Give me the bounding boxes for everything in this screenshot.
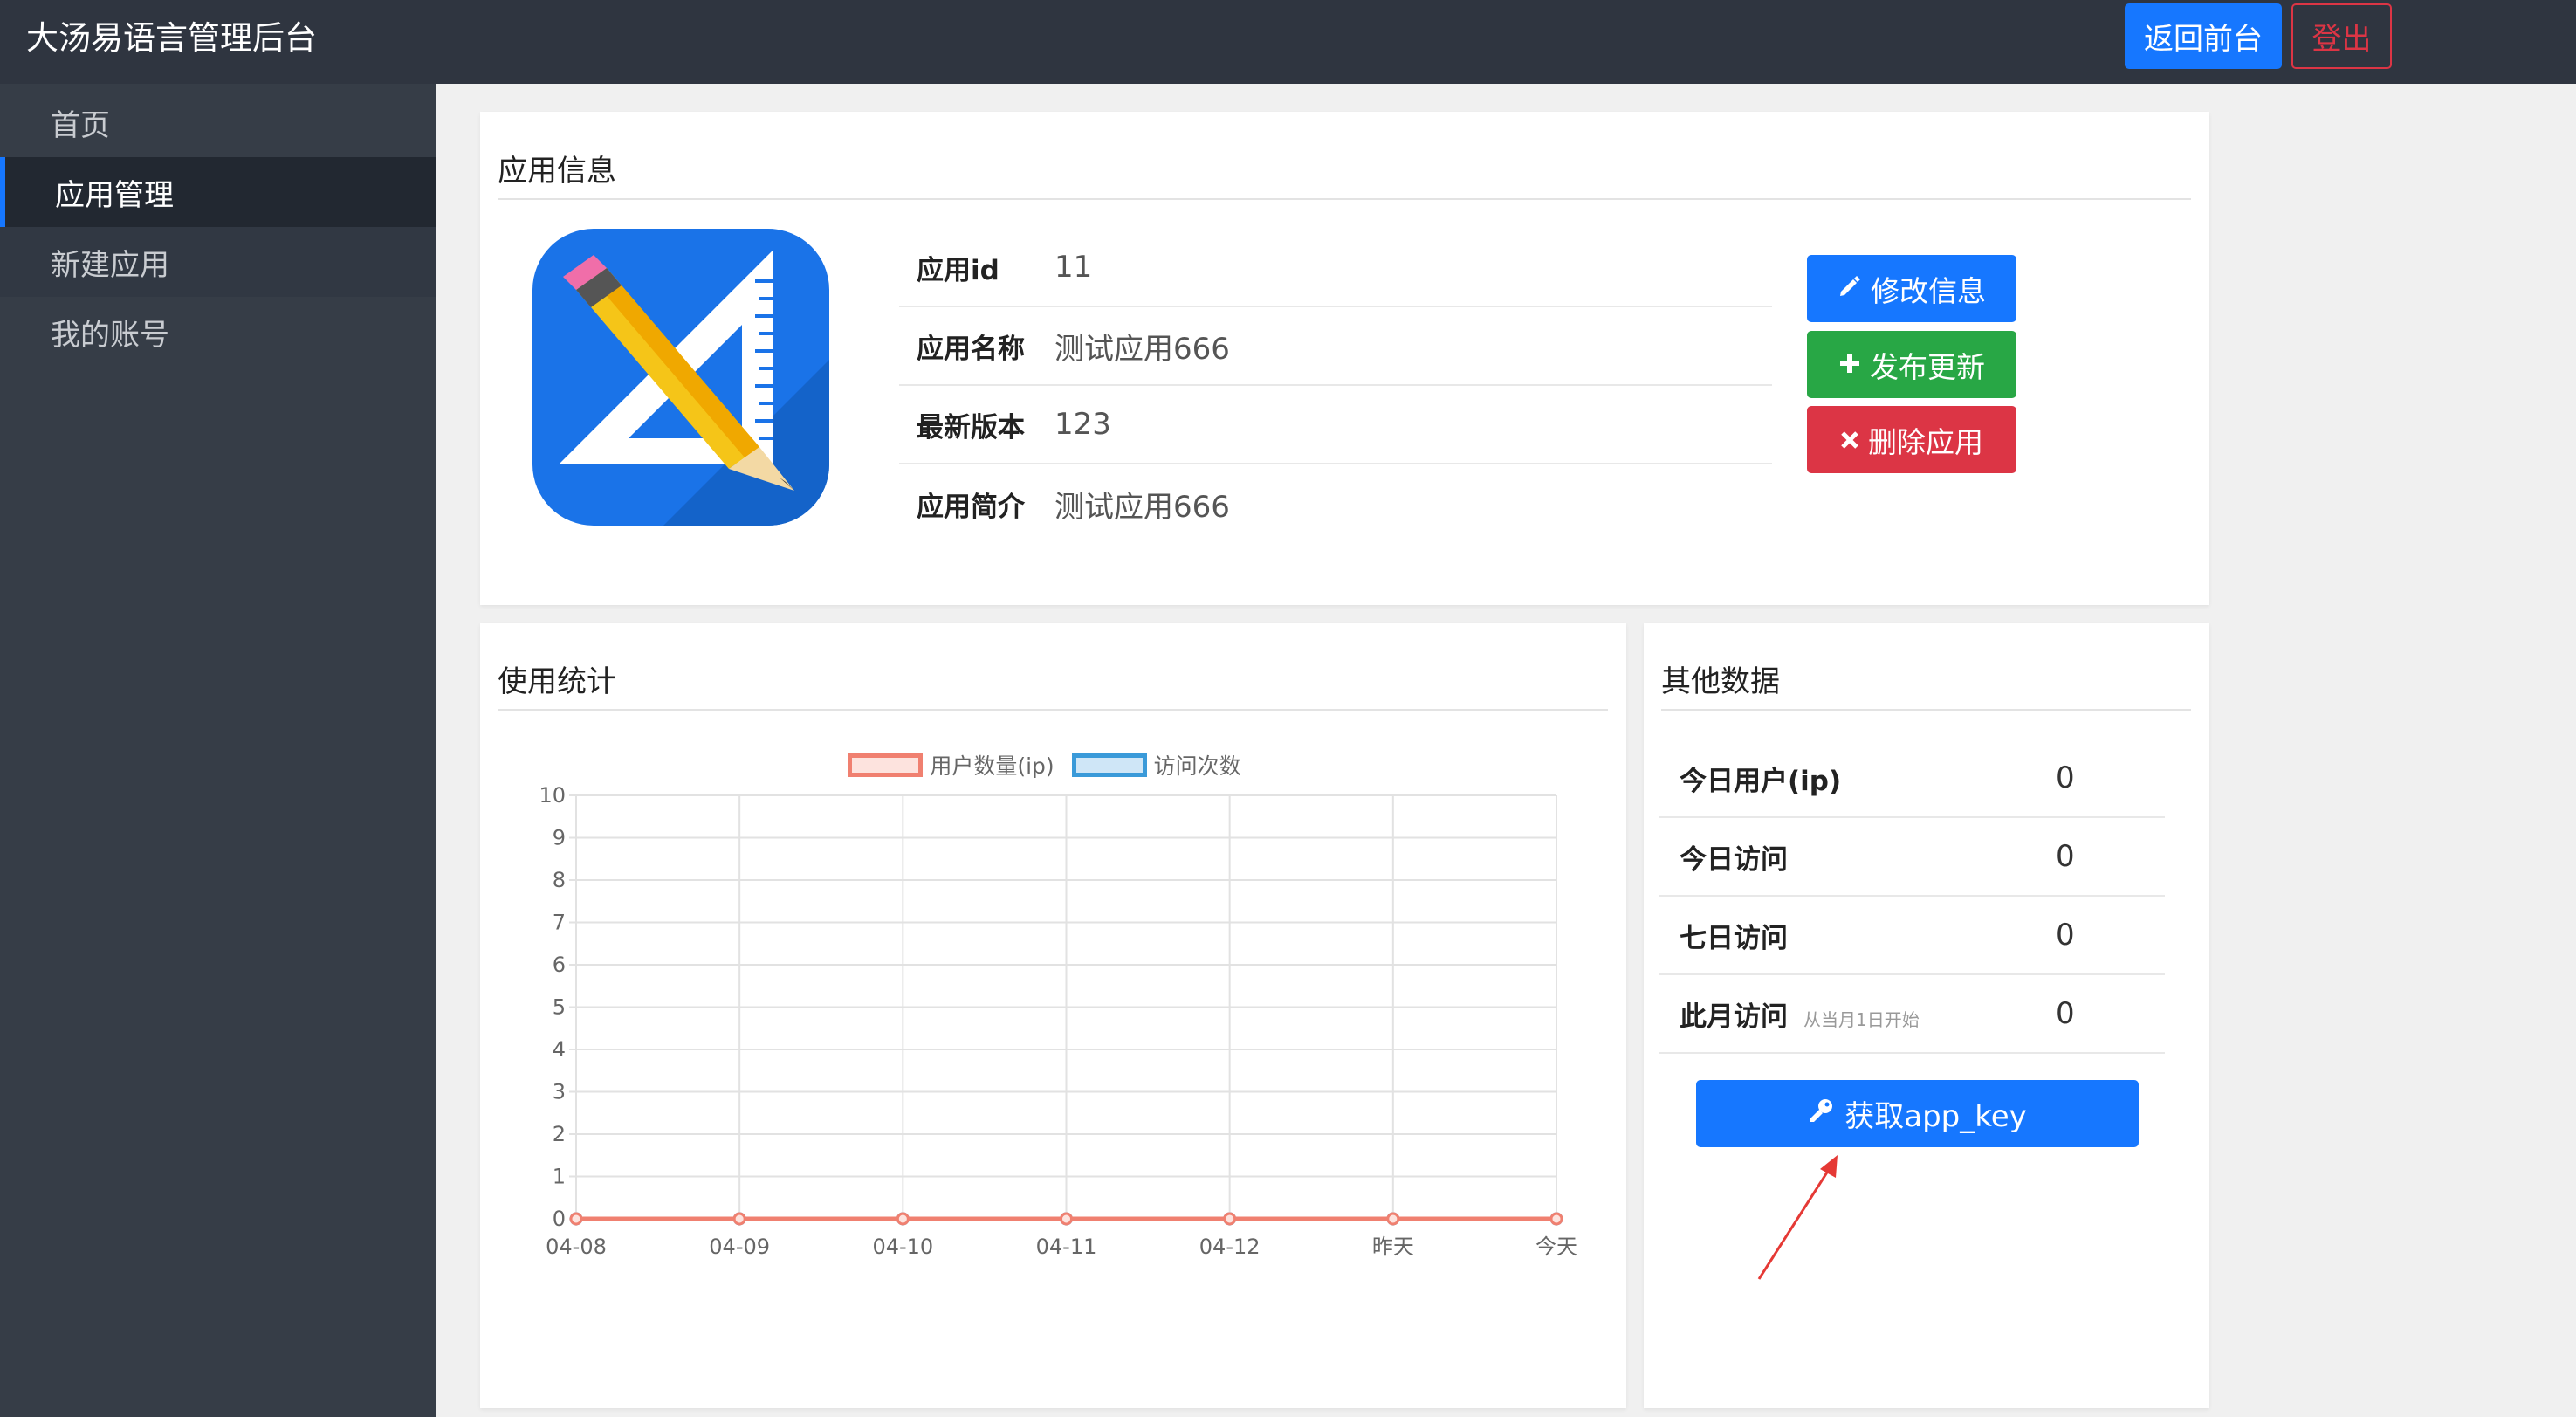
x-tick-label: 04-11 [1036,1235,1097,1259]
plus-icon [1838,347,1861,382]
info-label: 应用id [917,254,999,286]
publish-update-label: 发布更新 [1870,349,1985,384]
stat-row-month-visits: 此月访问 从当月1日开始 0 [1659,975,2165,1054]
y-tick-label: 0 [553,1207,566,1231]
x-tick-label: 04-10 [872,1235,933,1259]
get-app-key-button[interactable]: 获取app_key [1696,1080,2139,1147]
x-tick-label: 今天 [1535,1235,1577,1259]
info-label: 最新版本 [917,411,1025,444]
y-tick-label: 7 [553,911,566,935]
data-point [1386,1212,1400,1226]
data-point [896,1212,910,1226]
stat-label: 今日访问 [1680,843,1788,876]
stat-label: 七日访问 [1680,922,1788,954]
info-row-app-desc: 应用简介 测试应用666 [899,464,1772,543]
stat-note: 从当月1日开始 [1803,1008,1920,1030]
sidebar: 首页 应用管理 新建应用 我的账号 [0,84,436,1417]
app-icon [532,229,829,526]
stat-value: 0 [2056,839,2075,874]
stat-row-week-visits: 七日访问 0 [1659,897,2165,975]
edit-info-label: 修改信息 [1871,273,1986,308]
pencil-icon [1838,272,1862,306]
app-info-title: 应用信息 [498,154,616,189]
sidebar-item-home[interactable]: 首页 [0,87,436,157]
info-label: 应用名称 [917,333,1025,365]
publish-update-button[interactable]: 发布更新 [1807,331,2016,398]
usage-stats-title: 使用统计 [498,664,616,699]
divider [498,709,1608,711]
info-value: 123 [1054,407,1111,442]
data-point [732,1212,746,1226]
logout-button[interactable]: 登出 [2291,3,2392,69]
data-point [569,1212,583,1226]
y-tick-label: 6 [553,953,566,977]
y-tick-label: 2 [553,1122,566,1146]
edit-info-button[interactable]: 修改信息 [1807,255,2016,322]
stat-value: 0 [2056,996,2075,1031]
y-tick-label: 9 [553,826,566,850]
x-tick-label: 昨天 [1372,1235,1414,1259]
info-row-app-name: 应用名称 测试应用666 [899,307,1772,386]
legend-label-users: 用户数量(ip) [930,753,1054,779]
legend-swatch-visits[interactable] [1071,753,1147,777]
sidebar-item-my-account[interactable]: 我的账号 [0,297,436,367]
x-tick-label: 04-12 [1199,1235,1261,1259]
y-tick-label: 3 [553,1080,566,1104]
y-tick-label: 4 [553,1037,566,1062]
chart-legend: 用户数量(ip) 访问次数 [480,749,1626,781]
y-tick-label: 5 [553,995,566,1020]
stat-value: 0 [2056,760,2075,795]
info-row-app-id: 应用id 11 [899,229,1772,307]
legend-swatch-users[interactable] [848,753,924,777]
other-data-title: 其他数据 [1661,664,1780,699]
divider [498,198,2191,200]
delete-app-label: 删除应用 [1868,424,1983,459]
y-tick-label: 10 [539,783,566,808]
close-icon [1840,423,1859,457]
brand-title: 大汤易语言管理后台 [26,19,317,57]
info-value: 11 [1054,250,1093,285]
stat-row-today-visits: 今日访问 0 [1659,818,2165,897]
usage-line-chart: 0 1 2 3 4 5 6 7 8 9 10 04-08 04-09 04-10 04-11 04-12 昨天 今… [539,783,1577,1259]
data-point [1223,1212,1237,1226]
data-point [1060,1212,1073,1226]
info-label: 应用简介 [917,491,1025,523]
top-bar: 大汤易语言管理后台 返回前台 登出 [0,0,2576,84]
stat-row-today-users: 今日用户(ip) 0 [1659,739,2165,818]
legend-label-visits: 访问次数 [1153,753,1241,779]
stat-value: 0 [2056,918,2075,953]
info-value: 测试应用666 [1054,331,1230,367]
info-value: 测试应用666 [1054,489,1230,525]
sidebar-item-new-app[interactable]: 新建应用 [0,227,436,297]
y-tick-label: 8 [553,868,566,892]
info-row-latest-version: 最新版本 123 [899,386,1772,464]
stat-label: 今日用户(ip) [1680,765,1842,797]
key-icon [1808,1097,1834,1132]
arrow-annotation [1757,1155,1838,1280]
x-tick-label: 04-09 [709,1235,770,1259]
data-point [1549,1212,1563,1226]
y-tick-label: 1 [553,1165,566,1189]
divider [1661,709,2191,711]
delete-app-button[interactable]: 删除应用 [1807,406,2016,473]
stat-label: 此月访问 [1680,1001,1788,1033]
get-app-key-label: 获取app_key [1844,1099,2027,1134]
x-tick-label: 04-08 [546,1235,607,1259]
back-to-front-button[interactable]: 返回前台 [2125,3,2282,69]
sidebar-item-app-management[interactable]: 应用管理 [0,157,436,227]
